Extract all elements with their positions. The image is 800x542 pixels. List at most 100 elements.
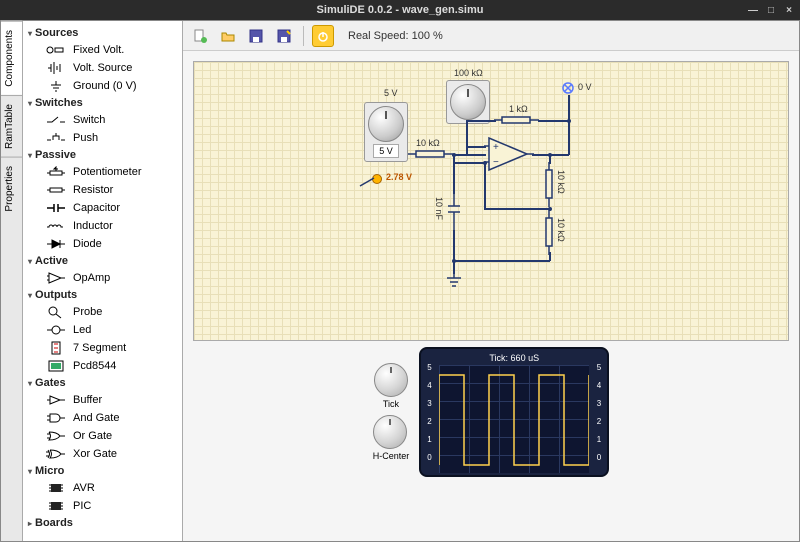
minimize-button[interactable]: —: [748, 5, 758, 15]
capacitor-component[interactable]: [446, 192, 462, 232]
led-icon: [45, 323, 67, 337]
tree-item-potentiometer[interactable]: Potentiometer: [25, 163, 180, 181]
tab-ramtable[interactable]: RamTable: [1, 95, 22, 157]
tree-item-buffer[interactable]: Buffer: [25, 391, 180, 409]
tick-knob-label: Tick: [374, 399, 408, 409]
wire: [568, 95, 570, 155]
tree-item-xor-gate[interactable]: Xor Gate: [25, 445, 180, 463]
scope-tick: 0: [597, 453, 601, 462]
ground-icon: [45, 79, 67, 93]
wire: [452, 154, 486, 156]
tree-item-fixed-volt[interactable]: Fixed Volt.: [25, 41, 180, 59]
wire: [453, 260, 550, 262]
tree-item-volt-source[interactable]: Volt. Source: [25, 59, 180, 77]
resistor-label: 10 kΩ: [416, 138, 440, 148]
tree-item-inductor[interactable]: Inductor: [25, 217, 180, 235]
knob-icon[interactable]: [368, 106, 404, 142]
category-boards[interactable]: ▸Boards: [25, 515, 180, 531]
save-as-button[interactable]: [273, 25, 295, 47]
wire-node: [452, 153, 456, 157]
hcenter-knob[interactable]: [373, 415, 407, 449]
ground-component[interactable]: [445, 272, 463, 290]
wire: [466, 120, 496, 122]
volt-source-label: 5 V: [384, 88, 398, 98]
tree-item-capacitor[interactable]: Capacitor: [25, 199, 180, 217]
knob-icon[interactable]: [450, 84, 486, 120]
category-switches[interactable]: ▾Switches: [25, 95, 180, 111]
resistor-label: 10 kΩ: [556, 218, 566, 242]
wire-node: [548, 153, 552, 157]
category-active[interactable]: ▾Active: [25, 253, 180, 269]
hcenter-knob-label: H-Center: [373, 451, 410, 461]
tree-item-7segment[interactable]: 7 Segment: [25, 339, 180, 357]
tree-item-pcd8544[interactable]: Pcd8544: [25, 357, 180, 375]
category-passive[interactable]: ▾Passive: [25, 147, 180, 163]
maximize-button[interactable]: □: [766, 5, 776, 15]
tab-properties[interactable]: Properties: [1, 157, 22, 220]
category-sources[interactable]: ▾Sources: [25, 25, 180, 41]
category-outputs[interactable]: ▾Outputs: [25, 287, 180, 303]
seven-seg-icon: [45, 341, 67, 355]
probe-icon: [45, 305, 67, 319]
capacitor-label: 10 nF: [434, 197, 444, 220]
waveform: [439, 365, 589, 473]
power-button[interactable]: [312, 25, 334, 47]
tick-knob[interactable]: [374, 363, 408, 397]
resistor-icon: [45, 183, 67, 197]
tree-item-resistor[interactable]: Resistor: [25, 181, 180, 199]
tree-item-pic[interactable]: PIC: [25, 497, 180, 515]
switch-icon: [45, 113, 67, 127]
volt-display: 5 V: [373, 144, 399, 158]
resistor-component[interactable]: [408, 149, 453, 159]
resistor-component[interactable]: [544, 210, 554, 255]
svg-text:−: −: [493, 157, 499, 168]
chip-icon: [45, 481, 67, 495]
toolbar: Real Speed: 100 %: [183, 21, 799, 51]
window-title: SimuliDE 0.0.2 - wave_gen.simu: [317, 4, 484, 16]
save-button[interactable]: [245, 25, 267, 47]
wire-node: [548, 207, 552, 211]
category-micro[interactable]: ▾Micro: [25, 463, 180, 479]
scope-tick: 3: [427, 399, 431, 408]
tree-item-or-gate[interactable]: Or Gate: [25, 427, 180, 445]
toolbar-separator: [303, 26, 304, 46]
scope-tick: 0: [427, 453, 431, 462]
pot-label: 100 kΩ: [454, 68, 483, 78]
fixed-volt-icon: [45, 43, 67, 57]
wire: [484, 162, 486, 209]
tree-item-led[interactable]: Led: [25, 321, 180, 339]
component-tree: ▾Sources Fixed Volt. Volt. Source Ground…: [23, 21, 183, 541]
tab-components[interactable]: Components: [1, 21, 22, 95]
resistor-component[interactable]: [494, 115, 539, 125]
scope-tick: 4: [427, 381, 431, 390]
open-file-button[interactable]: [217, 25, 239, 47]
buffer-icon: [45, 393, 67, 407]
tree-item-switch[interactable]: Switch: [25, 111, 180, 129]
opamp-component[interactable]: +−: [484, 134, 534, 174]
scope-tick: 3: [597, 399, 601, 408]
oscilloscope[interactable]: Tick: 660 uS 5 4 3 2 1 0 5 4: [419, 347, 609, 477]
potentiometer-component[interactable]: [446, 80, 490, 124]
tree-item-and-gate[interactable]: And Gate: [25, 409, 180, 427]
fixed-volt-component[interactable]: [560, 80, 576, 96]
category-gates[interactable]: ▾Gates: [25, 375, 180, 391]
lcd-icon: [45, 359, 67, 373]
scope-tick: 2: [597, 417, 601, 426]
new-file-button[interactable]: [189, 25, 211, 47]
fixed-volt-label: 0 V: [578, 82, 592, 92]
tree-item-diode[interactable]: Diode: [25, 235, 180, 253]
scope-title: Tick: 660 uS: [425, 353, 603, 363]
tree-item-probe[interactable]: Probe: [25, 303, 180, 321]
wire-node: [567, 119, 571, 123]
wire: [453, 230, 455, 274]
resistor-component[interactable]: [544, 162, 554, 207]
tree-item-opamp[interactable]: OpAmp: [25, 269, 180, 287]
volt-source-component[interactable]: 5 V: [364, 102, 408, 162]
tree-item-avr[interactable]: AVR: [25, 479, 180, 497]
tree-item-push[interactable]: Push: [25, 129, 180, 147]
close-button[interactable]: ×: [784, 5, 794, 15]
circuit-canvas[interactable]: 100 kΩ 5 V 5 V 10 kΩ 1 kΩ: [193, 61, 789, 341]
window-titlebar: SimuliDE 0.0.2 - wave_gen.simu — □ ×: [0, 0, 800, 20]
opamp-icon: [45, 271, 67, 285]
tree-item-ground[interactable]: Ground (0 V): [25, 77, 180, 95]
